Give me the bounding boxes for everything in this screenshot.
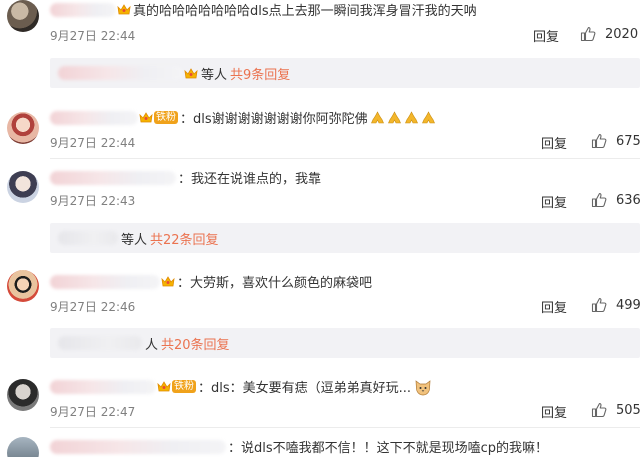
thread-participants: 等人 (201, 67, 228, 83)
like-button[interactable]: 505 (591, 402, 640, 418)
thread-reply-count[interactable]: 共9条回复 (230, 64, 290, 83)
like-button[interactable]: 2020 (580, 26, 638, 42)
comment-time: 9月27日 22:44 (50, 136, 136, 150)
like-count: 636 (616, 192, 640, 208)
blurred-username[interactable] (50, 110, 138, 125)
crown-icon (161, 275, 175, 288)
like-count: 2020 (605, 26, 639, 42)
divider (50, 158, 640, 159)
avatar[interactable] (7, 112, 39, 144)
comment-text: ：我还在说谁点的，我靠 (178, 172, 322, 187)
thumbs-up-icon (591, 133, 607, 149)
blurred-username[interactable] (50, 379, 156, 394)
avatar[interactable] (7, 270, 39, 302)
reply-thread-link[interactable]: 人 共20条回复 (50, 328, 640, 358)
like-button[interactable]: 636 (591, 192, 640, 208)
blurred-username[interactable] (50, 274, 160, 289)
crown-icon (157, 380, 171, 393)
comment-text: ：dls：美女要有痣（逗弟弟真好玩... (198, 381, 412, 396)
thumbs-up-icon (591, 192, 607, 208)
thread-participants: 人 (145, 337, 159, 353)
crown-icon (184, 67, 198, 80)
thumbs-up-icon (591, 402, 607, 418)
praying-hands-icon (404, 110, 419, 125)
comment-time: 9月27日 22:47 (50, 405, 136, 419)
praying-hands-icon (421, 110, 436, 125)
avatar[interactable] (7, 437, 39, 457)
thread-reply-count[interactable]: 共22条回复 (150, 229, 219, 248)
reply-thread-link[interactable]: 等人 共9条回复 (50, 58, 640, 88)
cat-emoji-icon (414, 378, 432, 396)
comment-time: 9月27日 22:43 (50, 194, 136, 208)
like-count: 499 (616, 297, 640, 313)
avatar[interactable] (7, 171, 39, 203)
praying-hands-icon (387, 110, 402, 125)
comment-text: 真的哈哈哈哈哈哈哈dls点上去那一瞬间我浑身冒汗我的天呐 (133, 4, 477, 19)
thumbs-up-icon (591, 297, 607, 313)
blurred-username[interactable] (50, 170, 176, 185)
reply-button[interactable]: 回复 (541, 192, 567, 211)
crown-icon (117, 3, 131, 16)
blurred-usernames (58, 231, 118, 245)
reply-button[interactable]: 回复 (541, 297, 567, 316)
crown-icon (139, 111, 153, 124)
fan-badge: 铁粉 (154, 111, 178, 124)
avatar[interactable] (7, 0, 39, 32)
reply-button[interactable]: 回复 (541, 402, 567, 421)
like-button[interactable]: 499 (591, 297, 640, 313)
reply-button[interactable]: 回复 (533, 26, 559, 45)
thread-reply-count[interactable]: 共20条回复 (161, 334, 230, 353)
reply-button[interactable]: 回复 (541, 133, 567, 152)
blurred-username[interactable] (50, 2, 116, 17)
thread-participants: 等人 (121, 232, 148, 248)
thumbs-up-icon (580, 26, 596, 42)
fan-badge: 铁粉 (172, 380, 196, 393)
comment-time: 9月27日 22:46 (50, 300, 136, 314)
reply-thread-link[interactable]: 等人 共22条回复 (50, 223, 640, 253)
comment-text: ：dls谢谢谢谢谢谢谢你阿弥陀佛 (180, 112, 368, 127)
divider (50, 427, 640, 428)
comment-text: ：说dls不嗑我都不信！！这下不就是现场嗑cp的我嘛！ (228, 441, 549, 456)
praying-hands-icon (370, 110, 385, 125)
like-count: 505 (616, 402, 640, 418)
comment-time: 9月27日 22:44 (50, 29, 136, 43)
like-count: 675 (616, 133, 640, 149)
like-button[interactable]: 675 (591, 133, 640, 149)
blurred-username[interactable] (50, 439, 226, 454)
blurred-usernames (58, 336, 142, 350)
comment-text: ：大劳斯，喜欢什么颜色的麻袋吧 (177, 276, 373, 291)
avatar[interactable] (7, 379, 39, 411)
blurred-usernames (58, 66, 183, 80)
